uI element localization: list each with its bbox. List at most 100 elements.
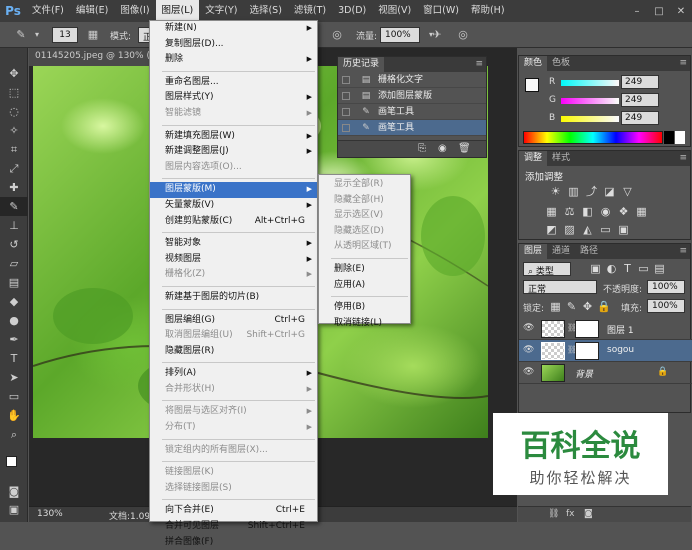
posterize-icon[interactable]: ▨	[563, 223, 576, 236]
filter-adjustment-icon[interactable]: ◐	[605, 262, 618, 275]
menu-item[interactable]: 3D(D)	[332, 0, 372, 22]
black-white-icon[interactable]: ◧	[581, 205, 594, 218]
blur-tool-icon[interactable]: ◆	[0, 292, 28, 311]
channel-value-input[interactable]: 249	[621, 93, 659, 107]
filter-type-icon[interactable]: T	[621, 262, 634, 275]
menu-item[interactable]: 拼合图像(F)	[150, 535, 317, 550]
menu-item[interactable]: 视图(V)	[372, 0, 417, 22]
black-swatch[interactable]	[664, 131, 674, 144]
panel-menu-icon[interactable]: ≡	[475, 59, 483, 69]
color-balance-icon[interactable]: ⚖	[563, 205, 576, 218]
history-source-checkbox[interactable]	[342, 124, 350, 132]
white-swatch[interactable]	[675, 131, 685, 144]
brush-panel-icon[interactable]: ▦	[86, 28, 100, 42]
menu-item[interactable]: 编辑(E)	[70, 0, 114, 22]
trash-icon[interactable]: 🗑	[458, 143, 471, 154]
menu-item[interactable]: 向下合并(E) Ctrl+E	[150, 503, 317, 519]
color-swatches[interactable]	[6, 456, 22, 482]
eye-icon[interactable]: 👁	[523, 323, 534, 333]
menu-item[interactable]: 视频图层 ▶	[150, 252, 317, 268]
marquee-tool-icon[interactable]: ⬚	[0, 83, 28, 102]
channel-value-input[interactable]: 249	[621, 75, 659, 89]
layer-mask-thumbnail[interactable]	[575, 342, 599, 360]
layer-style-icon[interactable]: fx	[566, 509, 575, 519]
history-row[interactable]: ✎ 画笔工具	[338, 120, 486, 136]
history-row[interactable]: ▤ 添加图层蒙版	[338, 88, 486, 104]
shape-tool-icon[interactable]: ▭	[0, 387, 28, 406]
eyedropper-tool-icon[interactable]: ⤢	[0, 159, 28, 178]
opacity-pressure-icon[interactable]: ◎	[330, 28, 344, 42]
channel-mixer-icon[interactable]: ❖	[617, 205, 630, 218]
menu-item[interactable]: 创建剪贴蒙版(C) Alt+Ctrl+G	[150, 214, 317, 230]
menu-item[interactable]: 复制图层(D)...	[150, 37, 317, 53]
pressure-size-icon[interactable]: ◎	[456, 28, 470, 42]
menu-item[interactable]: 滤镜(T)	[288, 0, 332, 22]
snapshot-camera-icon[interactable]: ◉	[438, 143, 447, 154]
photo-filter-icon[interactable]: ◉	[599, 205, 612, 218]
panel-tab[interactable]: 路径	[575, 244, 603, 259]
tab-history[interactable]: 历史记录	[338, 57, 385, 72]
menu-item[interactable]: 文件(F)	[26, 0, 70, 22]
minimize-icon[interactable]: –	[626, 0, 648, 22]
menu-item[interactable]: 矢量蒙版(V) ▶	[150, 198, 317, 214]
menu-item[interactable]: 选择(S)	[243, 0, 287, 22]
path-select-tool-icon[interactable]: ➤	[0, 368, 28, 387]
panel-tab[interactable]: 样式	[547, 151, 575, 166]
color-lookup-icon[interactable]: ▦	[635, 205, 648, 218]
panel-menu-icon[interactable]: ≡	[679, 246, 687, 256]
filter-smart-object-icon[interactable]: ▤	[653, 262, 666, 275]
filter-pixel-icon[interactable]: ▣	[589, 262, 602, 275]
exposure-icon[interactable]: ◪	[603, 185, 616, 198]
brightness-contrast-icon[interactable]: ☀	[549, 185, 562, 198]
eye-icon[interactable]: 👁	[523, 367, 534, 377]
layer-row[interactable]: 👁 ⛓ sogou	[519, 340, 692, 362]
curves-icon[interactable]: ⤴	[585, 185, 598, 198]
panel-menu-icon[interactable]: ≡	[679, 153, 687, 163]
opacity-input[interactable]: 100%	[647, 280, 685, 294]
channel-slider[interactable]	[561, 98, 619, 104]
blend-mode-select[interactable]: 正常	[523, 280, 597, 295]
channel-value-input[interactable]: 249	[621, 111, 659, 125]
menu-item[interactable]: 图层样式(Y) ▶	[150, 90, 317, 106]
brush-preset-icon[interactable]: ✎	[14, 28, 28, 42]
menu-item[interactable]: 新建调整图层(J) ▶	[150, 144, 317, 160]
layer-row[interactable]: 👁 背景 🔒	[519, 362, 692, 384]
menu-item[interactable]: 取消链接(L)	[319, 316, 410, 332]
panel-tab[interactable]: 颜色	[519, 56, 548, 71]
lock-image-icon[interactable]: ✎	[565, 300, 578, 313]
lock-position-icon[interactable]: ✥	[581, 300, 594, 313]
type-tool-icon[interactable]: T	[0, 349, 28, 368]
menu-item[interactable]: 文字(Y)	[199, 0, 243, 22]
crop-tool-icon[interactable]: ⌗	[0, 140, 28, 159]
hand-tool-icon[interactable]: ✋	[0, 406, 28, 425]
menu-item[interactable]: 图层(L)	[155, 0, 200, 22]
menu-item[interactable]: 排列(A) ▶	[150, 366, 317, 382]
menu-item[interactable]: 隐藏图层(R)	[150, 344, 317, 360]
airbrush-icon[interactable]: ✈	[430, 28, 444, 42]
zoom-level[interactable]: 130%	[37, 509, 63, 519]
menu-item[interactable]: 图层蒙版(M) ▶	[150, 182, 317, 198]
gradient-map-icon[interactable]: ▭	[599, 223, 612, 236]
flow-input[interactable]: 100%	[380, 27, 420, 43]
eraser-tool-icon[interactable]: ▱	[0, 254, 28, 273]
pen-tool-icon[interactable]: ✒	[0, 330, 28, 349]
selective-color-icon[interactable]: ▣	[617, 223, 630, 236]
move-tool-icon[interactable]: ✥	[0, 64, 28, 83]
menu-item[interactable]: 删除(E)	[319, 262, 410, 278]
chevron-down-icon[interactable]: ▾	[30, 28, 44, 42]
layer-row[interactable]: 👁 ⛓ 图层 1	[519, 318, 692, 340]
brush-size-picker[interactable]: 13	[52, 27, 78, 43]
link-layers-icon[interactable]: ⛓	[548, 509, 559, 519]
zoom-tool-icon[interactable]: ⌕	[0, 425, 28, 444]
menu-item[interactable]: 应用(A)	[319, 278, 410, 294]
lasso-tool-icon[interactable]: ◌	[0, 102, 28, 121]
screen-mode-icon[interactable]: ▣	[0, 500, 28, 519]
menu-item[interactable]: 图像(I)	[114, 0, 155, 22]
new-document-from-state-icon[interactable]: ⎘	[418, 143, 426, 154]
menu-item[interactable]: 删除 ▶	[150, 52, 317, 68]
panel-tab[interactable]: 色板	[547, 56, 575, 71]
layer-filter-select[interactable]: ⌕ 类型	[523, 262, 571, 277]
panel-tab[interactable]: 调整	[519, 151, 548, 166]
panel-tab[interactable]: 通道	[547, 244, 575, 259]
clone-stamp-tool-icon[interactable]: ⊥	[0, 216, 28, 235]
